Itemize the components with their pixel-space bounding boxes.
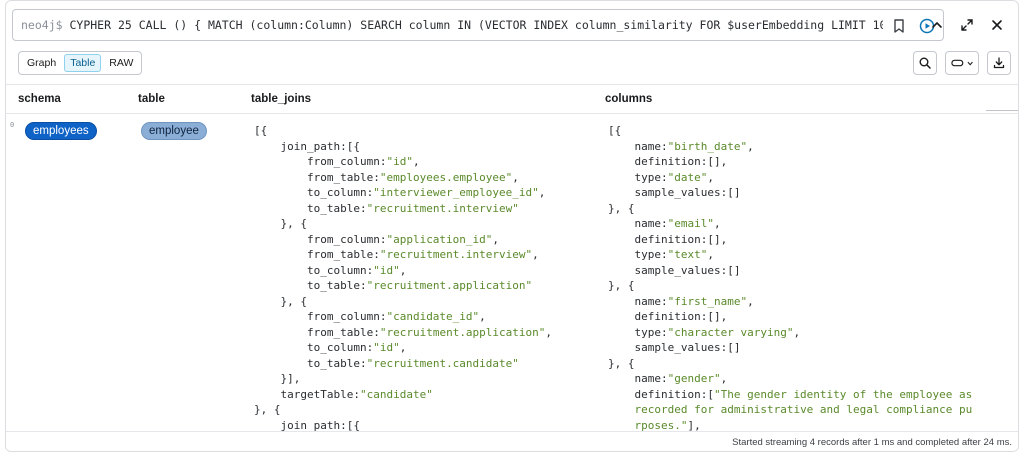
column-header-columns[interactable]: columns (605, 93, 652, 105)
table-header: schema table table_joins columns (6, 84, 1018, 114)
download-button[interactable] (987, 51, 1011, 75)
table-chip[interactable]: employee (141, 122, 207, 140)
expand-icon[interactable] (956, 14, 978, 36)
view-table-tab[interactable]: Table (64, 54, 102, 72)
query-text[interactable]: CYPHER 25 CALL () { MATCH (column:Column… (69, 18, 935, 32)
chevron-up-icon[interactable] (926, 14, 948, 36)
view-graph-tab[interactable]: Graph (21, 54, 62, 72)
row-index: 0 (10, 121, 15, 129)
search-icon (919, 57, 931, 69)
bookmark-icon[interactable] (889, 16, 909, 36)
columns-cell: [{ name:"birth_date", definition:[], typ… (608, 124, 973, 431)
display-options-dropdown[interactable] (945, 51, 979, 75)
column-header-table[interactable]: table (138, 93, 165, 105)
status-bar: Started streaming 4 records after 1 ms a… (6, 431, 1018, 451)
download-icon (993, 57, 1005, 69)
pill-icon (951, 59, 964, 67)
query-editor[interactable]: neo4j$ CYPHER 25 CALL () { MATCH (column… (12, 9, 944, 41)
query-prompt: neo4j$ (21, 18, 63, 32)
chevron-down-icon (967, 61, 973, 65)
header-divider (986, 110, 1018, 111)
result-tools (913, 51, 1011, 75)
status-text: Started streaming 4 records after 1 ms a… (732, 437, 1012, 448)
view-raw-tab[interactable]: RAW (103, 54, 139, 72)
result-frame: neo4j$ CYPHER 25 CALL () { MATCH (column… (5, 0, 1019, 452)
search-button[interactable] (913, 51, 937, 75)
close-icon[interactable] (986, 14, 1008, 36)
schema-chip[interactable]: employees (25, 122, 97, 140)
view-switcher: Graph Table RAW (18, 51, 143, 75)
table-row: 0 employees employee [{ join_path:[{ fro… (6, 115, 1018, 431)
column-header-schema[interactable]: schema (18, 93, 61, 105)
table-joins-cell: [{ join_path:[{ from_column:"id", from_t… (254, 124, 553, 431)
frame-controls (926, 14, 1008, 36)
column-header-table-joins[interactable]: table_joins (251, 93, 311, 105)
